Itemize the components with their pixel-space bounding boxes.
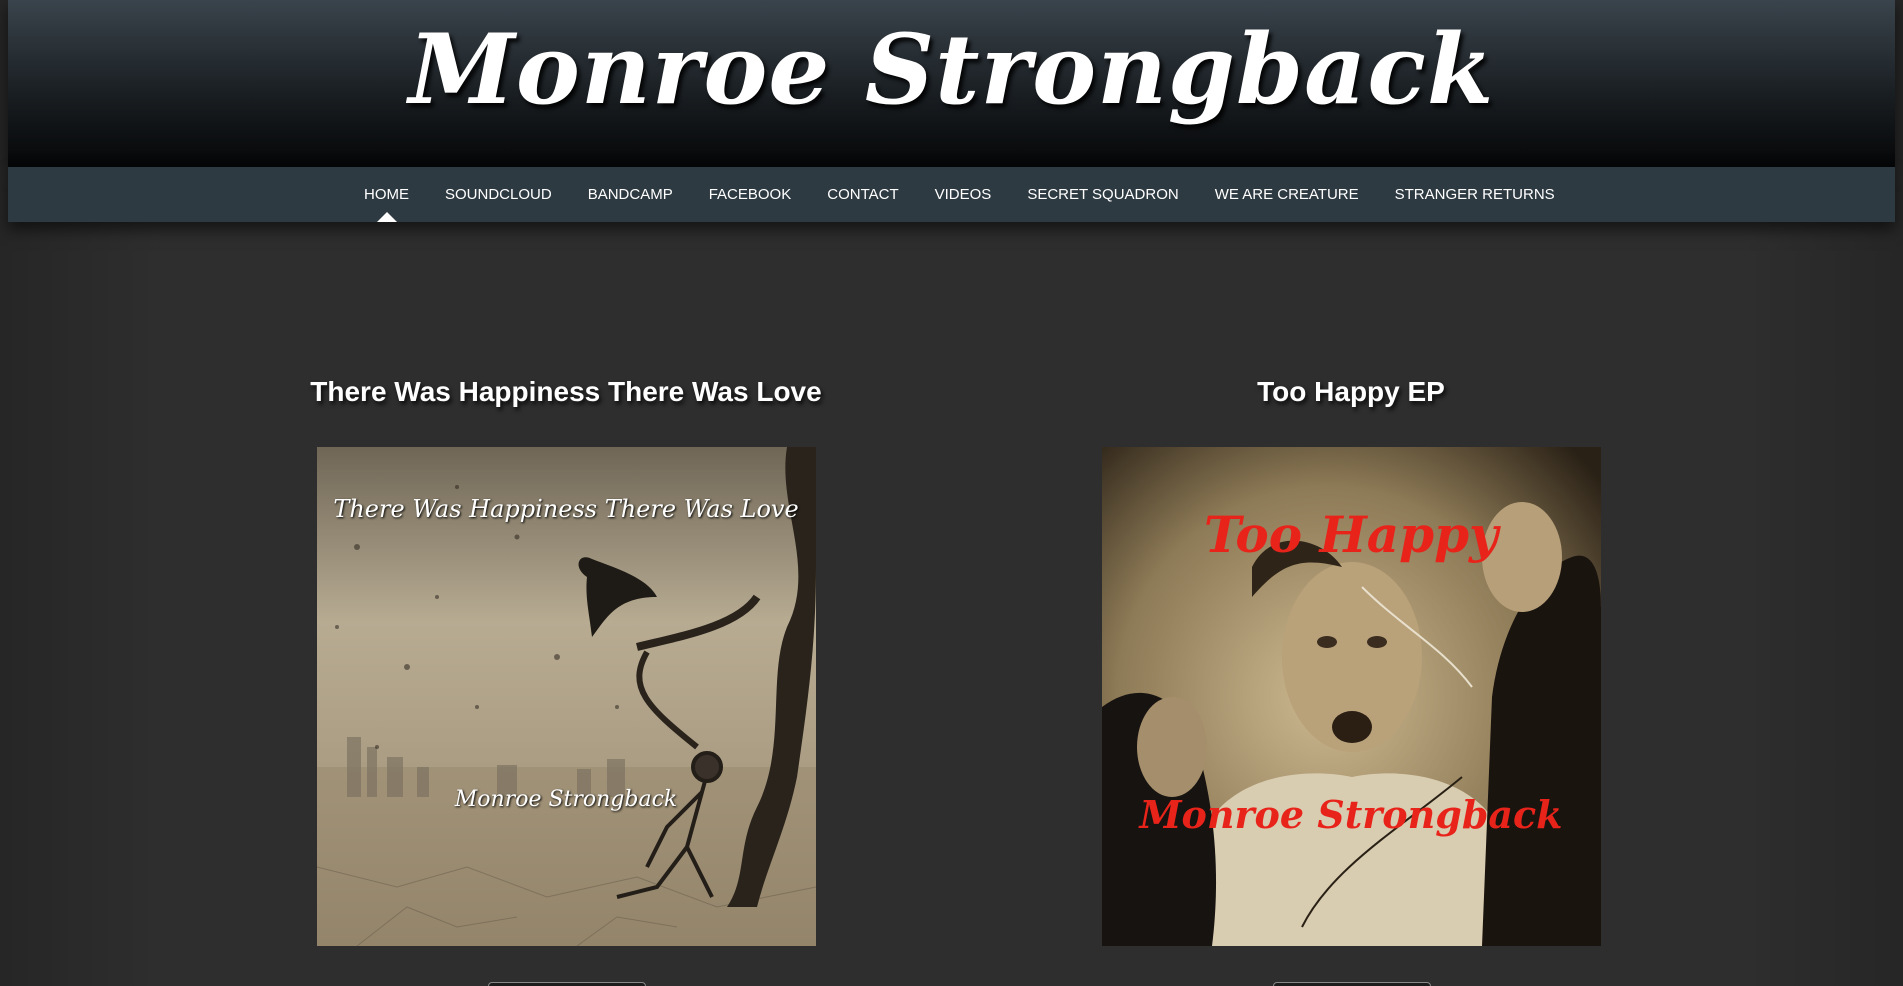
cover-artist-text: Monroe Strongback [1139, 792, 1563, 837]
album-action-button[interactable] [1273, 982, 1431, 986]
nav-item-stranger-returns[interactable]: STRANGER RETURNS [1377, 167, 1573, 222]
site-header: Monroe Strongback [8, 0, 1895, 167]
nav-item-secret-squadron[interactable]: SECRET SQUADRON [1009, 167, 1196, 222]
page: Monroe Strongback HOME SOUNDCLOUD BANDCA… [0, 0, 1903, 986]
album-cover-image[interactable]: There Was Happiness There Was Love Monro… [316, 447, 816, 946]
cover-title-text: Too Happy [1203, 505, 1499, 564]
main-nav: HOME SOUNDCLOUD BANDCAMP FACEBOOK CONTAC… [8, 167, 1895, 222]
main-content: There Was Happiness There Was Love There… [0, 222, 1903, 986]
album-card: There Was Happiness There Was Love There… [216, 372, 916, 946]
album-cover-image[interactable]: Too Happy Monroe Strongback [1101, 447, 1601, 946]
nav-item-videos[interactable]: VIDEOS [917, 167, 1010, 222]
cover-artist-text: Monroe Strongback [454, 787, 678, 812]
site-title[interactable]: Monroe Strongback [409, 12, 1495, 127]
nav-item-home[interactable]: HOME [346, 167, 427, 222]
album-card: Too Happy EP Too Happy Monroe Strongback [1001, 372, 1701, 946]
nav-item-soundcloud[interactable]: SOUNDCLOUD [427, 167, 570, 222]
nav-item-facebook[interactable]: FACEBOOK [691, 167, 810, 222]
nav-list: HOME SOUNDCLOUD BANDCAMP FACEBOOK CONTAC… [346, 167, 1573, 222]
nav-item-bandcamp[interactable]: BANDCAMP [570, 167, 691, 222]
nav-item-we-are-creature[interactable]: WE ARE CREATURE [1197, 167, 1377, 222]
album-title[interactable]: Too Happy EP [1001, 372, 1701, 412]
nav-item-contact[interactable]: CONTACT [809, 167, 916, 222]
album-action-button[interactable] [488, 982, 646, 986]
cover-title-text: There Was Happiness There Was Love [333, 495, 799, 523]
album-title[interactable]: There Was Happiness There Was Love [216, 372, 916, 412]
